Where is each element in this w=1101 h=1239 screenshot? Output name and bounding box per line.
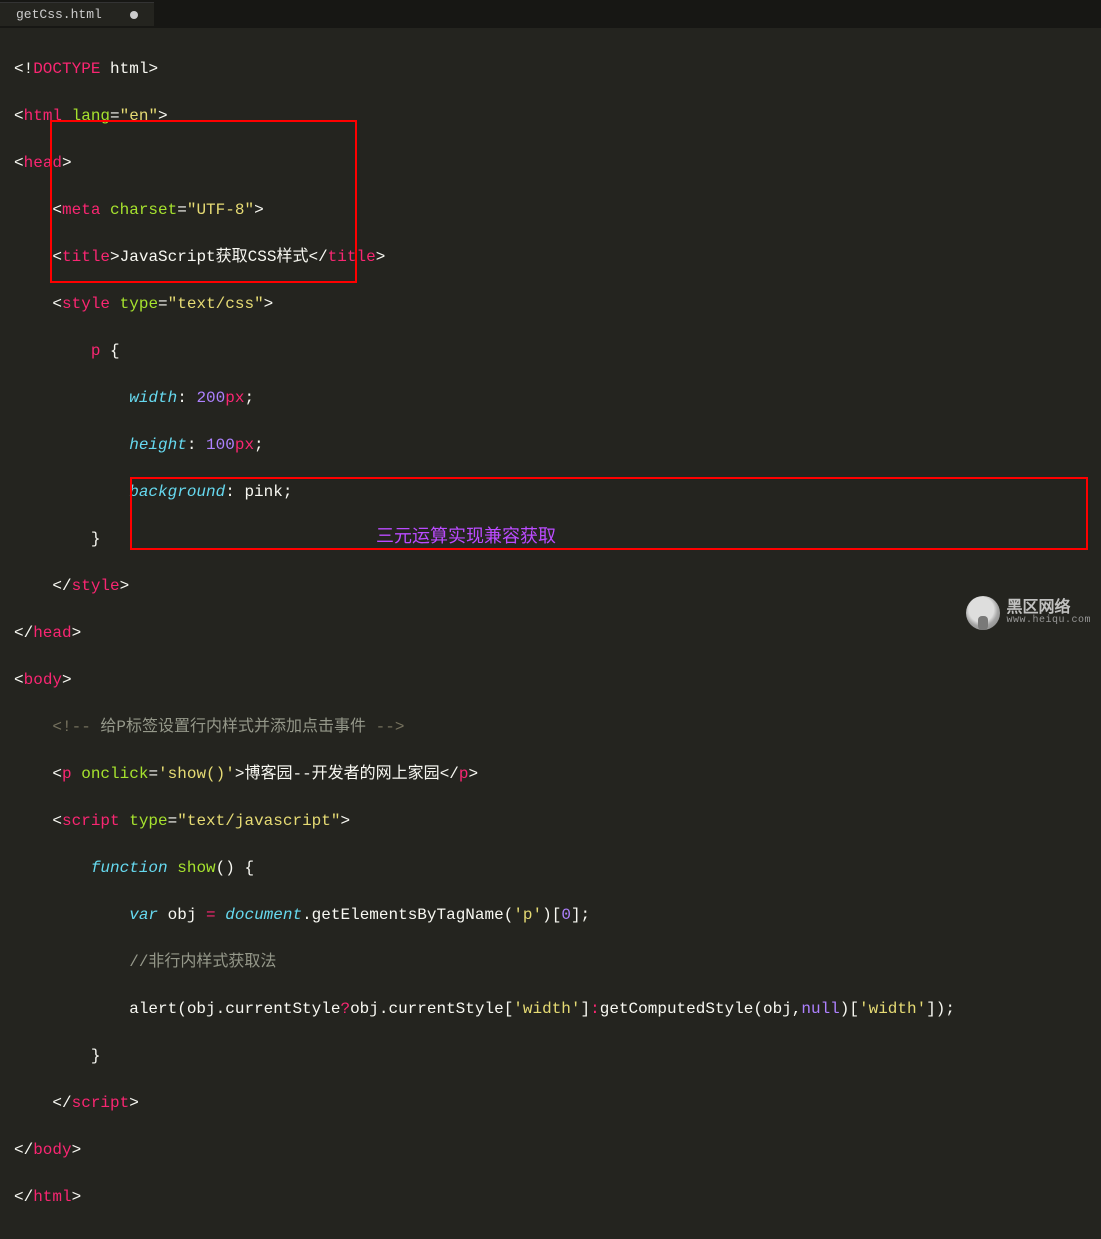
code-line: <style type="text/css">: [14, 293, 1087, 317]
watermark: 黑区网络 www.heiqu.com: [966, 596, 1091, 630]
code-line: }: [14, 1045, 1087, 1069]
watermark-title: 黑区网络: [1006, 600, 1091, 616]
code-line: width: 200px;: [14, 387, 1087, 411]
code-line: </script>: [14, 1092, 1087, 1116]
tab-getcss[interactable]: getCss.html: [0, 2, 154, 26]
unsaved-dot-icon: [130, 11, 138, 19]
tab-bar: getCss.html: [0, 0, 1101, 28]
code-line: <!-- 给P标签设置行内样式并添加点击事件 -->: [14, 716, 1087, 740]
code-line: <body>: [14, 669, 1087, 693]
code-line: height: 100px;: [14, 434, 1087, 458]
mushroom-icon: [966, 596, 1000, 630]
watermark-url: www.heiqu.com: [1006, 616, 1091, 626]
code-line: </style>: [14, 575, 1087, 599]
code-line: <html lang="en">: [14, 105, 1087, 129]
code-line: alert(obj.currentStyle?obj.currentStyle[…: [14, 998, 1087, 1022]
code-line: <title>JavaScript获取CSS样式</title>: [14, 246, 1087, 270]
code-line: p {: [14, 340, 1087, 364]
code-line: background: pink;: [14, 481, 1087, 505]
code-line: var obj = document.getElementsByTagName(…: [14, 904, 1087, 928]
code-line: <head>: [14, 152, 1087, 176]
code-line: </html>: [14, 1186, 1087, 1210]
tab-label: getCss.html: [16, 7, 102, 22]
code-line: <meta charset="UTF-8">: [14, 199, 1087, 223]
code-line: </head>: [14, 622, 1087, 646]
code-line: //非行内样式获取法: [14, 951, 1087, 975]
annotation-text: 三元运算实现兼容获取: [376, 522, 556, 548]
code-line: </body>: [14, 1139, 1087, 1163]
code-line: <p onclick='show()'>博客园--开发者的网上家园</p>: [14, 763, 1087, 787]
code-line: <!DOCTYPE html>: [14, 58, 1087, 82]
code-editor[interactable]: <!DOCTYPE html> <html lang="en"> <head> …: [0, 28, 1101, 1239]
code-line: <script type="text/javascript">: [14, 810, 1087, 834]
code-line: function show() {: [14, 857, 1087, 881]
